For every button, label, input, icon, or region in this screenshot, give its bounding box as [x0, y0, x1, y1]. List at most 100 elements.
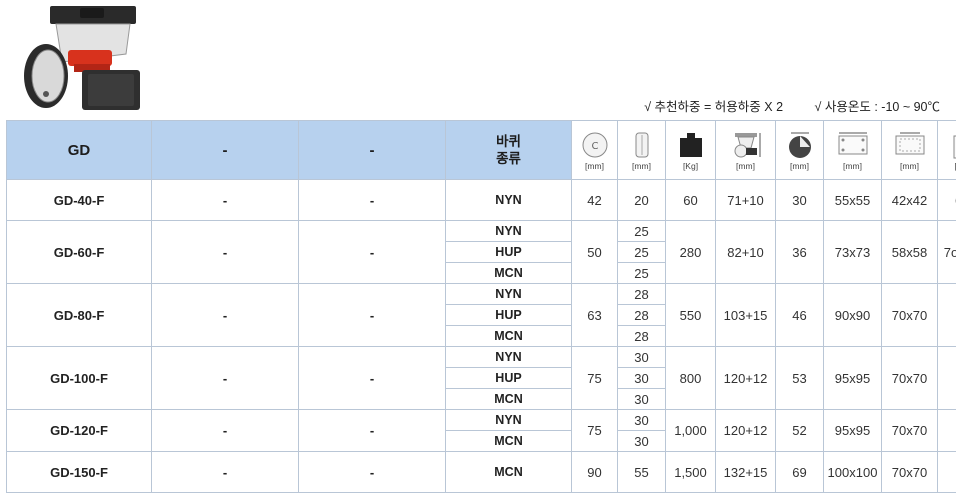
dim7-cell: 70x70	[881, 409, 938, 452]
unit-diameter: [mm]	[585, 160, 604, 171]
col2-cell: -	[151, 283, 299, 347]
plate-thickness-icon	[953, 135, 956, 158]
unit-dim6: [mm]	[843, 160, 862, 171]
usage-notes: √ 추천하중 = 허용하중 X 2 √ 사용온도 : -10 ~ 90℃	[616, 96, 940, 115]
wheel-type-cell: MCN	[445, 388, 572, 410]
wheel-type-line1: 바퀴	[496, 134, 521, 149]
width-cell: 30	[617, 430, 666, 452]
dim8-cell: 7or 8.5	[937, 220, 956, 284]
wheel-width-icon	[635, 132, 648, 157]
table-row: GD-60-F--NYN502528082+103673x7358x587or …	[6, 220, 956, 284]
wheel-type-cell: MCN	[445, 451, 572, 493]
model-cell: GD-120-F	[6, 409, 152, 452]
dim5-cell: 46	[775, 283, 824, 347]
load-cell: 1,000	[665, 409, 716, 452]
header-dim8: [mm]	[937, 120, 956, 180]
height-cell: 103+15	[715, 283, 776, 347]
width-cell: 25	[617, 262, 666, 284]
dim8-cell: 13	[937, 451, 956, 493]
unit-dim8: [mm]	[938, 161, 956, 171]
table-row: GD-40-F--NYN42206071+103055x5542x426.5	[6, 179, 956, 221]
diameter-cell: 90	[571, 451, 618, 493]
load-note: √ 추천하중 = 허용하중 X 2	[644, 100, 784, 114]
height-cell: 82+10	[715, 220, 776, 284]
diameter-cell: 42	[571, 179, 618, 221]
spec-body: GD-40-F--NYN42206071+103055x5542x426.5GD…	[6, 179, 956, 493]
dim5-cell: 36	[775, 220, 824, 284]
width-cell: 25	[617, 220, 666, 242]
width-cell: 20	[617, 179, 666, 221]
bolt-hole-icon	[895, 132, 924, 154]
load-cell: 60	[665, 179, 716, 221]
dim6-cell: 100x100	[823, 451, 882, 493]
dim5-cell: 69	[775, 451, 824, 493]
model-cell: GD-40-F	[6, 179, 152, 221]
caster-product-image	[24, 6, 140, 110]
unit-load: [Kg]	[682, 160, 699, 171]
unit-dim5: [mm]	[790, 160, 809, 171]
wheel-side-icon	[788, 132, 811, 158]
wheel-type-cell: NYN	[445, 220, 572, 242]
header-dim6: [mm]	[823, 120, 882, 180]
col2-cell: -	[151, 346, 299, 410]
svg-text:C: C	[591, 141, 598, 152]
col3-cell: -	[298, 179, 446, 221]
unit-height: [mm]	[736, 160, 755, 171]
header-row: GD - - 바퀴 종류 C [mm] [mm] [Kg] [mm] [mm] …	[6, 120, 956, 180]
wheel-diameter-icon: C	[582, 132, 607, 157]
dim7-cell: 70x70	[881, 283, 938, 347]
table-row: GD-150-F - - MCN 90 55 1,500 132+15 69 100x100 70x…	[6, 451, 956, 493]
col2-cell: -	[151, 409, 299, 452]
top-plate-icon	[838, 132, 867, 154]
diameter-cell: 50	[571, 220, 618, 284]
table-row: GD-80-F--NYN6328550103+154690x9070x709	[6, 283, 956, 347]
header-col2: -	[151, 120, 299, 180]
load-cell: 550	[665, 283, 716, 347]
load-cell: 1,500	[665, 451, 716, 493]
col3-cell: -	[298, 451, 446, 493]
dim7-cell: 70x70	[881, 346, 938, 410]
width-cell: 28	[617, 283, 666, 305]
dim8-cell: 11	[937, 346, 956, 410]
col2-cell: -	[151, 179, 299, 221]
diameter-cell: 75	[571, 346, 618, 410]
unit-width: [mm]	[632, 160, 651, 171]
height-cell: 71+10	[715, 179, 776, 221]
col3-cell: -	[298, 346, 446, 410]
width-cell: 25	[617, 241, 666, 263]
header-col3: -	[298, 120, 446, 180]
height-cell: 132+15	[715, 451, 776, 493]
temperature-note: √ 사용온도 : -10 ~ 90℃	[814, 100, 940, 114]
height-cell: 120+12	[715, 346, 776, 410]
header-model: GD	[6, 120, 152, 180]
header-diameter: C [mm]	[571, 120, 618, 180]
wheel-type-cell: NYN	[445, 283, 572, 305]
height-cell: 120+12	[715, 409, 776, 452]
dim5-cell: 52	[775, 409, 824, 452]
dim5-cell: 30	[775, 179, 824, 221]
header-dim5: [mm]	[775, 120, 824, 180]
dim7-cell: 42x42	[881, 179, 938, 221]
model-cell: GD-80-F	[6, 283, 152, 347]
table-row: GD-100-F--NYN7530800120+125395x9570x7011	[6, 346, 956, 410]
wheel-type-cell: MCN	[445, 325, 572, 347]
dim7-cell: 58x58	[881, 220, 938, 284]
col3-cell: -	[298, 409, 446, 452]
model-cell: GD-60-F	[6, 220, 152, 284]
wheel-type-cell: HUP	[445, 241, 572, 263]
wheel-type-cell: NYN	[445, 179, 572, 221]
dim6-cell: 95x95	[823, 346, 882, 410]
header-height: [mm]	[715, 120, 776, 180]
col2-cell: -	[151, 220, 299, 284]
caster-height-icon	[734, 132, 760, 157]
model-cell: GD-100-F	[6, 346, 152, 410]
dim5-cell: 53	[775, 346, 824, 410]
header-width: [mm]	[617, 120, 666, 180]
width-cell: 55	[617, 451, 666, 493]
table-row: GD-120-F - - NYN 75 30 1,000 120+12 52 95x95 70x70…	[6, 409, 956, 452]
wheel-type-cell: HUP	[445, 304, 572, 326]
dim8-cell: 9	[937, 283, 956, 347]
wheel-type-line2: 종류	[496, 151, 521, 166]
dim6-cell: 55x55	[823, 179, 882, 221]
dim6-cell: 90x90	[823, 283, 882, 347]
